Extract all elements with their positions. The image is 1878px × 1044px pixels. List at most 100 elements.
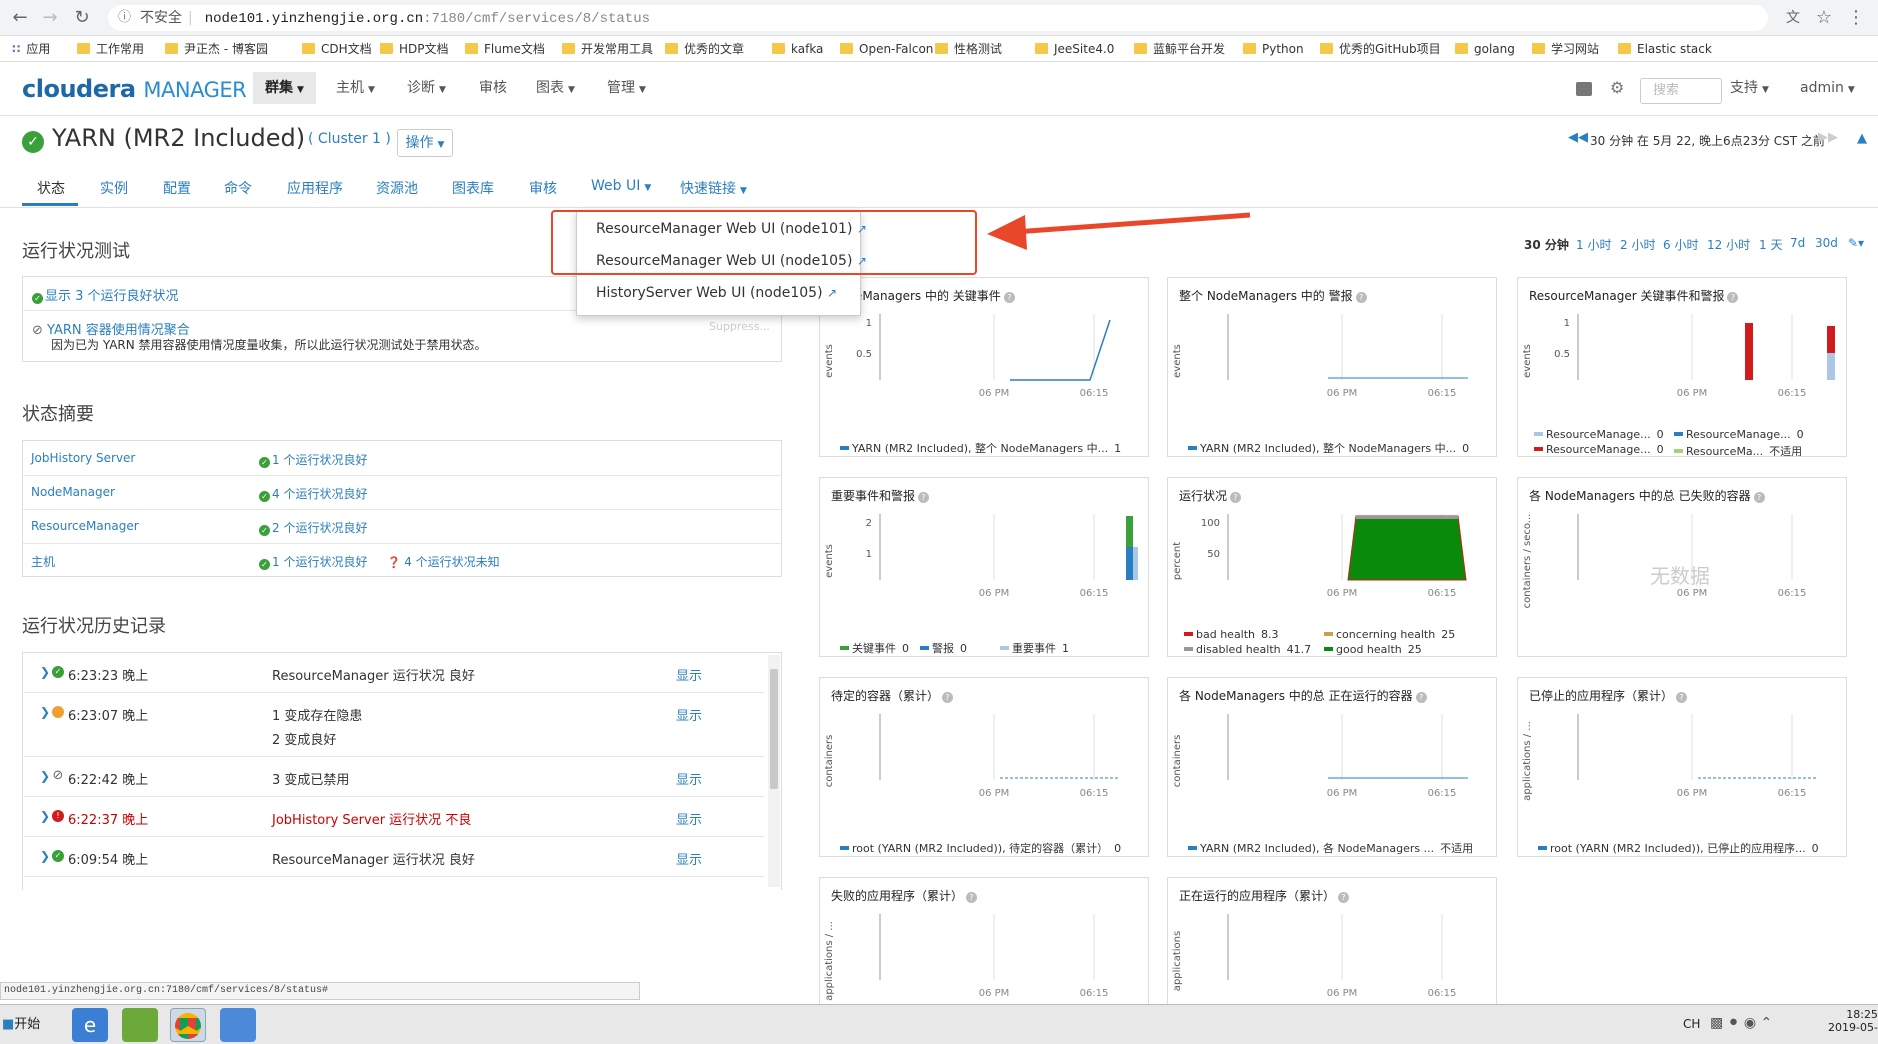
tab-audits[interactable]: 审核 [529, 178, 557, 198]
tray-icons[interactable]: ▩ ⚫ ◉ ⌃ [1710, 1015, 1772, 1031]
history-row[interactable]: ❯! 6:22:37 晚上 JobHistory Server 运行状况 不良 显示 [24, 797, 764, 837]
menu-item-hs-node105[interactable]: HistoryServer Web UI (node105) ↗ [596, 285, 837, 301]
reload-icon[interactable]: ↻ [70, 6, 94, 30]
back-icon[interactable]: ← [8, 6, 32, 30]
summary-status-link[interactable]: ✓ 1 个运行状况良好 [259, 553, 367, 570]
legend-item[interactable]: 重要事件 1 [1000, 640, 1069, 656]
actions-button[interactable]: 操作 ▼ [397, 129, 453, 157]
history-show-link[interactable]: 显示 [676, 809, 702, 828]
notes-icon[interactable] [220, 1008, 256, 1042]
expand-icon[interactable]: ❯ [40, 809, 50, 823]
time-forward-icon[interactable]: ▶▶ [1818, 130, 1838, 145]
bookmark-item[interactable]: Open-Falcon [840, 40, 933, 58]
summary-role-link[interactable]: NodeManager [31, 485, 115, 499]
edit-icon[interactable]: ✎▾ [1848, 236, 1864, 250]
tasks-icon[interactable]: ⚙ [1610, 78, 1624, 97]
ie-icon[interactable]: e [72, 1008, 108, 1042]
tab-resource-pools[interactable]: 资源池 [376, 178, 418, 198]
time-range-4[interactable]: 12 小时 [1707, 236, 1750, 253]
menu-icon[interactable]: ⋮ [1844, 6, 1868, 30]
nav-audits[interactable]: 审核 [467, 72, 519, 104]
legend-item[interactable]: ResourceManage... 0 [1534, 443, 1664, 456]
nav-hosts[interactable]: 主机 ▼ [324, 72, 387, 104]
time-back-icon[interactable]: ◀◀ [1568, 130, 1588, 145]
chart-icon[interactable]: ▲ [1857, 131, 1867, 146]
legend-item[interactable]: YARN (MR2 Included), 整个 NodeManagers 中..… [840, 440, 1130, 456]
history-row[interactable]: ❯ ✓ 6:23:23 晚上 ResourceManager 运行状况 良好 显示 [24, 653, 764, 693]
info-icon[interactable]: ⓘ [118, 5, 131, 31]
bookmark-item[interactable]: Elastic stack [1618, 40, 1712, 58]
history-row[interactable]: ❯ ✓ 6:09:54 晚上 ResourceManager 运行状况 良好 显示 [24, 837, 764, 877]
bookmark-item[interactable]: 开发常用工具 [562, 40, 653, 58]
nav-clusters[interactable]: 群集 ▼ [253, 72, 316, 104]
nav-charts[interactable]: 图表 ▼ [524, 72, 587, 104]
nav-user[interactable]: admin ▼ [1788, 72, 1867, 104]
history-show-link[interactable]: 显示 [676, 769, 702, 788]
legend-item[interactable]: ResourceMa... 不适用 [1674, 443, 1802, 456]
bookmark-item[interactable]: golang [1455, 40, 1515, 58]
nav-diagnostics[interactable]: 诊断 ▼ [395, 72, 458, 104]
time-info[interactable]: 30 分钟 在 5月 22, 晚上6点23分 CST 之前 [1590, 132, 1825, 149]
legend-item[interactable]: disabled health 41.7 [1184, 643, 1311, 656]
summary-status-link[interactable]: ✓ 4 个运行状况良好 [259, 485, 367, 502]
time-range-7[interactable]: 30d [1815, 236, 1838, 250]
tab-applications[interactable]: 应用程序 [287, 178, 343, 198]
legend-item[interactable]: ResourceManage... 0 [1674, 428, 1804, 441]
time-range-3[interactable]: 6 小时 [1663, 236, 1698, 253]
bookmark-item[interactable]: 蓝鲸平台开发 [1134, 40, 1225, 58]
history-show-link[interactable]: 显示 [676, 705, 702, 724]
summary-status-link[interactable]: ✓ 1 个运行状况良好 [259, 451, 367, 468]
parcel-icon[interactable] [1576, 82, 1592, 96]
legend-item[interactable]: 关键事件 0 [840, 640, 909, 656]
bookmark-item[interactable]: Python [1243, 40, 1304, 58]
legend-item[interactable]: root (YARN (MR2 Included)), 已停止的应用程序... 0 [1538, 840, 1828, 856]
legend-item[interactable]: root (YARN (MR2 Included)), 待定的容器（累计） 0 [840, 840, 1130, 856]
tab-instances[interactable]: 实例 [100, 178, 128, 198]
history-show-link[interactable]: 显示 [676, 665, 702, 684]
summary-role-link[interactable]: 主机 [31, 553, 55, 570]
summary-role-link[interactable]: ResourceManager [31, 519, 139, 533]
lang-indicator[interactable]: CH [1683, 1017, 1700, 1031]
bookmark-item[interactable]: 性格测试 [935, 40, 1002, 58]
history-show-link[interactable]: 显示 [676, 849, 702, 868]
expand-icon[interactable]: ❯ [40, 769, 50, 783]
legend-item[interactable]: concerning health 25 [1324, 628, 1455, 641]
bookmark-item[interactable]: 工作常用 [77, 40, 144, 58]
bookmark-item[interactable]: 学习网站 [1532, 40, 1599, 58]
legend-item[interactable]: 警报 0 [920, 640, 967, 656]
expand-icon[interactable]: ❯ [40, 665, 50, 679]
cluster-link[interactable]: ( Cluster 1 ) [308, 131, 391, 147]
star-icon[interactable]: ☆ [1812, 6, 1836, 30]
translate-icon[interactable]: 文 [1781, 6, 1805, 30]
bookmark-item[interactable]: Flume文档 [465, 40, 545, 58]
cloudera-logo[interactable]: cloudera MANAGER [22, 75, 247, 103]
tab-commands[interactable]: 命令 [224, 178, 252, 198]
tab-status[interactable]: 状态 [37, 178, 65, 198]
app-icon[interactable] [122, 1008, 158, 1042]
show-good-tests-link[interactable]: ✓ 显示 3 个运行良好状况 [32, 285, 179, 304]
summary-unknown-link[interactable]: ❓ 4 个运行状况未知 [387, 553, 500, 570]
tab-quick-links[interactable]: 快速链接 ▼ [680, 178, 747, 198]
bookmark-item[interactable]: JeeSite4.0 [1035, 40, 1114, 58]
start-button[interactable]: ■开始 [2, 1013, 40, 1032]
bookmark-item[interactable]: 优秀的GitHub项目 [1320, 40, 1441, 58]
time-range-5[interactable]: 1 天 [1759, 236, 1782, 253]
history-row[interactable]: ❯ ⊘ 6:22:42 晚上 3 变成已禁用 显示 [24, 757, 764, 797]
history-row[interactable]: ❯ 6:23:07 晚上 1 变成存在隐患 2 变成良好 显示 [24, 693, 764, 757]
time-range-0[interactable]: 30 分钟 [1524, 236, 1569, 253]
legend-item[interactable]: good health 25 [1324, 643, 1422, 656]
nav-admin[interactable]: 管理 ▼ [595, 72, 658, 104]
time-range-2[interactable]: 2 小时 [1620, 236, 1655, 253]
summary-role-link[interactable]: JobHistory Server [31, 451, 135, 465]
legend-item[interactable]: ResourceManage... 0 [1534, 428, 1664, 441]
legend-item[interactable]: YARN (MR2 Included), 各 NodeManagers ... 不… [1188, 840, 1478, 856]
expand-icon[interactable]: ❯ [40, 705, 50, 719]
tab-chart-library[interactable]: 图表库 [452, 178, 494, 198]
bookmark-item[interactable]: ∷ 应用 [12, 40, 50, 58]
tab-web-ui[interactable]: Web UI ▼ [591, 178, 651, 194]
suppress-link[interactable]: Suppress... [709, 320, 770, 333]
time-range-1[interactable]: 1 小时 [1576, 236, 1611, 253]
bookmark-item[interactable]: HDP文档 [380, 40, 449, 58]
address-bar[interactable]: ⓘ 不安全 | node101.yinzhengjie.org.cn:7180/cm… [108, 5, 1768, 31]
bookmark-item[interactable]: CDH文档 [302, 40, 372, 58]
